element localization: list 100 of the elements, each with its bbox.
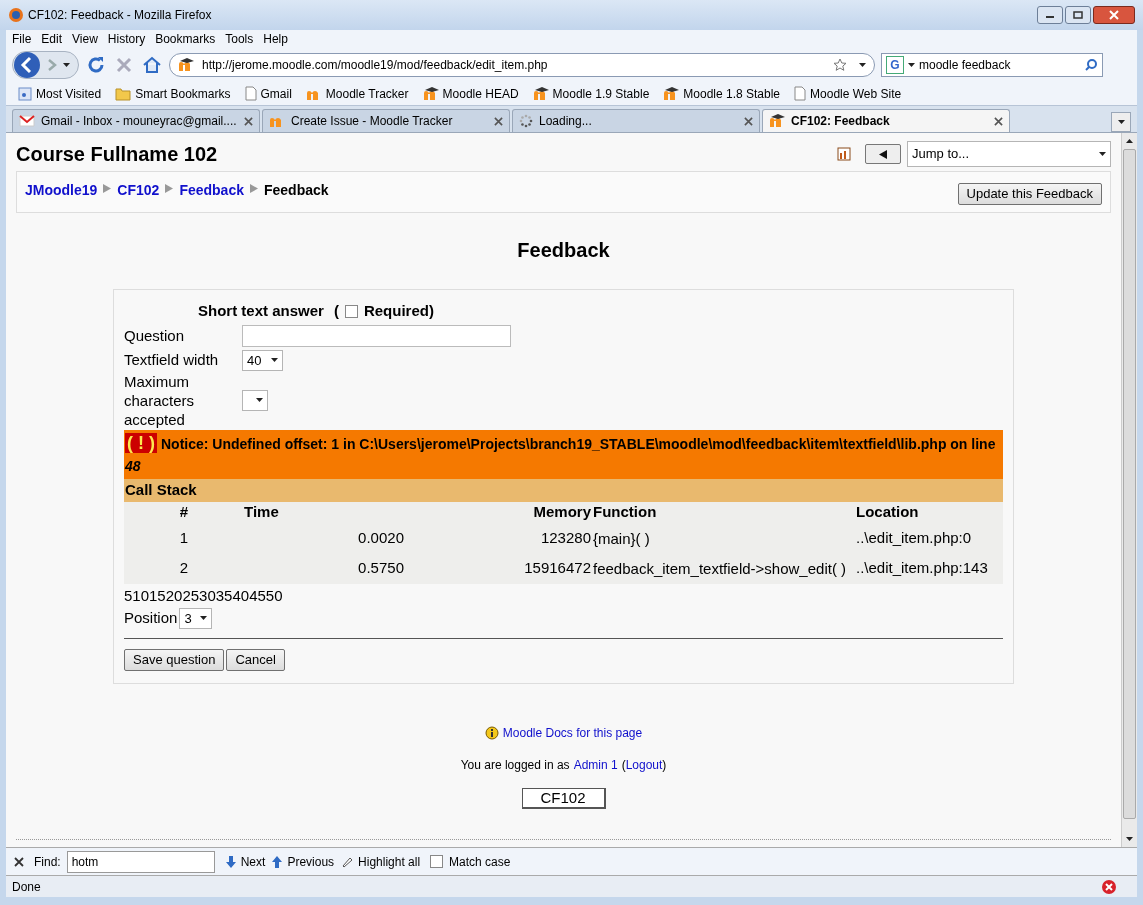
address-bar[interactable]: http://jerome.moodle.com/moodle19/mod/feedback/edit_item.php	[169, 53, 875, 77]
menu-item[interactable]: View	[72, 30, 98, 48]
position-label: Position	[124, 608, 178, 628]
table-cell-text: 1	[178, 528, 190, 549]
back-forward-button[interactable]	[12, 51, 79, 79]
page-icon	[18, 86, 32, 101]
breadcrumb-link[interactable]: Feedback	[179, 180, 244, 201]
maximize-button[interactable]	[1065, 6, 1091, 24]
table-cell-text: ..\edit_item.php:0	[856, 528, 972, 549]
browser-tab[interactable]: Gmail - Inbox - mouneyrac@gmail....	[12, 109, 260, 132]
browser-tab[interactable]: CF102: Feedback	[762, 109, 1010, 132]
bookmark-item[interactable]: Most Visited	[18, 84, 102, 103]
button[interactable]: Update this Feedback	[957, 183, 1102, 205]
close-icon[interactable]	[14, 856, 24, 867]
report-icon[interactable]	[837, 147, 851, 161]
find-field[interactable]: hotm	[66, 850, 215, 873]
close-button[interactable]	[1093, 6, 1135, 24]
star-icon[interactable]	[833, 58, 847, 72]
bookmark-item[interactable]: Smart Bookmarks	[115, 84, 231, 103]
bookmark-item[interactable]: Moodle Tracker	[305, 84, 409, 103]
caret-icon	[63, 63, 70, 67]
breadcrumb-link[interactable]: CF102	[117, 180, 160, 201]
bookmark-item[interactable]: Gmail	[244, 84, 292, 103]
course-title: Course Fullname 102	[16, 142, 218, 167]
button[interactable]: Cancel	[226, 648, 285, 671]
up-caret-icon	[1126, 139, 1133, 143]
caret-icon	[200, 616, 208, 621]
bracket-text: (	[333, 301, 339, 321]
moodle-logo-icon	[422, 86, 439, 101]
breadcrumb-link[interactable]: JMoodle19	[25, 180, 98, 201]
table-cell-text: 0.5750	[357, 558, 404, 579]
table-cell-text: 2	[178, 558, 190, 579]
folder-icon	[115, 86, 132, 101]
bookmark-item[interactable]: Moodle HEAD	[422, 84, 519, 103]
left-triangle-icon	[879, 149, 887, 159]
bookmark-item[interactable]: Moodle Web Site	[794, 84, 902, 103]
bracket-text: )	[662, 756, 667, 774]
moodle-logo-icon	[178, 58, 194, 72]
tab-close-icon[interactable]	[744, 116, 753, 126]
position-select[interactable]: 3	[179, 607, 213, 629]
page-heading: Feedback	[516, 238, 611, 263]
page-icon	[244, 86, 257, 101]
search-engine-logo[interactable]: G	[886, 56, 904, 74]
jump-to-select[interactable]: Jump to...	[907, 141, 1111, 167]
error-icon	[1101, 878, 1117, 895]
caret-icon	[1117, 120, 1125, 124]
course-button[interactable]: CF102	[521, 787, 606, 809]
menu-item[interactable]: Tools	[225, 30, 254, 48]
page-icon	[794, 86, 807, 101]
textfield-width-label: Textfield width	[124, 350, 220, 370]
tab-close-icon[interactable]	[244, 116, 253, 126]
search-icon[interactable]	[1084, 58, 1098, 72]
max-characters-select[interactable]	[242, 389, 268, 411]
table-cell-text: ..\edit_item.php:143	[856, 558, 988, 579]
button[interactable]: Save question	[124, 648, 225, 671]
menu-item[interactable]: Help	[263, 30, 288, 48]
column-header: Location	[856, 502, 919, 522]
question-input[interactable]	[242, 324, 511, 347]
home-icon[interactable]	[141, 54, 163, 76]
loading-spinner-icon	[519, 114, 533, 128]
menu-item[interactable]: Edit	[41, 30, 63, 48]
tab-close-icon[interactable]	[494, 116, 503, 126]
search-field[interactable]: G moodle feedback	[881, 53, 1103, 77]
caret-icon	[271, 358, 278, 363]
next-button[interactable]: Next	[224, 852, 266, 871]
user-link[interactable]: Admin 1	[573, 755, 618, 774]
moodle-logo-icon	[769, 114, 785, 128]
find-label: Find:	[34, 853, 61, 871]
tab-list-button[interactable]	[1111, 112, 1131, 132]
browser-tab[interactable]: Create Issue - Moodle Tracker	[262, 109, 510, 132]
max-characters-label: Maximum characters accepted	[124, 371, 196, 429]
table-cell-text: 15916472	[523, 558, 591, 579]
moodle-logo-icon	[663, 86, 680, 101]
menu-item[interactable]: History	[107, 30, 146, 48]
column-header: Time	[244, 502, 280, 522]
mail-icon	[19, 115, 35, 127]
table-cell-text: 0.0020	[357, 528, 404, 549]
call-stack-header: Call Stack	[124, 478, 1003, 502]
bracket-text: (	[621, 756, 626, 774]
number-sequence: 5101520253035404550	[124, 585, 284, 606]
required-checkbox[interactable]	[344, 304, 358, 318]
status-text: Done	[12, 878, 41, 896]
highlight-all-button[interactable]: Highlight all	[340, 852, 421, 871]
menu-item[interactable]: File	[12, 30, 32, 48]
minimize-button[interactable]	[1037, 6, 1063, 24]
browser-tab[interactable]: Loading...	[512, 109, 760, 132]
column-header: Memory	[532, 502, 591, 522]
previous-activity-button[interactable]	[865, 144, 901, 164]
bookmark-item[interactable]: Moodle 1.9 Stable	[532, 84, 650, 103]
tab-close-icon[interactable]	[994, 116, 1003, 126]
scrollbar[interactable]	[1121, 133, 1137, 847]
match-case-checkbox[interactable]	[430, 855, 444, 868]
menu-item[interactable]: Bookmarks	[155, 30, 216, 48]
bookmark-item[interactable]: Moodle 1.8 Stable	[663, 84, 781, 103]
notice-text: ( ! ) Notice: Undefined offset: 1 in C:\Users\jerome\Projects\branch19_STABLE\moodle\mod\feedback\item\textfield\lib.php on line 48	[125, 431, 997, 476]
docs-link[interactable]: Moodle Docs for this page	[502, 723, 643, 742]
width-select[interactable]: 40	[242, 349, 283, 371]
window-title: CF102: Feedback - Mozilla Firefox	[28, 7, 212, 24]
previous-button[interactable]: Previous	[271, 852, 335, 871]
logout-link[interactable]: Logout	[625, 755, 663, 774]
